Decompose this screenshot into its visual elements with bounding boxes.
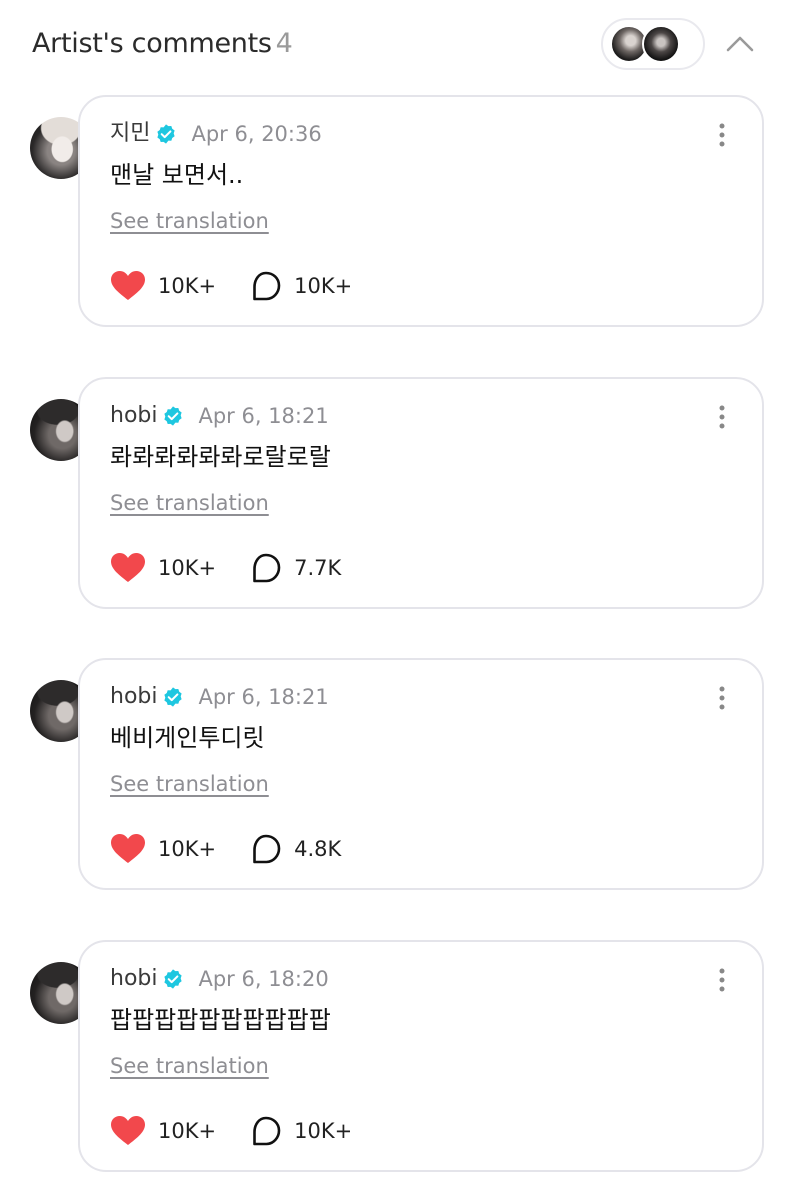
more-options-button[interactable] [710,966,734,994]
verified-badge-icon [164,406,183,426]
comment-meta: hobi Apr 6, 18:20 [110,964,329,994]
verified-badge-icon [164,969,183,989]
comment-card: hobi Apr 6, 18:21 롸롸롸롸롸롸로랄로랄 See transla… [78,377,764,609]
like-count: 10K+ [158,274,217,298]
like-count: 10K+ [158,1119,217,1143]
comment-meta: 지민 Apr 6, 20:36 [110,119,322,149]
comment-card: hobi Apr 6, 18:20 팝팝팝팝팝팝팝팝팝팝 See transla… [78,940,764,1172]
reply-button[interactable]: 7.7K [250,552,341,584]
comment-count: 4 [275,28,293,59]
more-vertical-icon [719,123,725,147]
comment-card: 지민 Apr 6, 20:36 맨날 보면서.. See translation… [78,95,764,327]
comment-date: Apr 6, 18:20 [198,967,329,991]
comment-bubble-icon [253,834,281,864]
author-name[interactable]: 지민 [110,120,150,148]
see-translation-link[interactable]: See translation [110,770,269,798]
chevron-up-icon [726,36,754,52]
reply-button[interactable]: 4.8K [250,833,341,865]
verified-badge-icon [164,687,183,707]
comment-text: 팝팝팝팝팝팝팝팝팝팝 [110,1006,331,1034]
comment-actions: 10K+ 4.8K [110,832,341,866]
heart-icon [111,553,145,582]
heart-icon [111,271,145,300]
comment-date: Apr 6, 18:21 [198,404,329,428]
see-translation-link[interactable]: See translation [110,489,269,517]
more-vertical-icon [719,405,725,429]
like-count: 10K+ [158,837,217,861]
comment-actions: 10K+ 10K+ [110,269,352,303]
comment-text: 맨날 보면서.. [110,161,244,189]
comment-text: 롸롸롸롸롸롸로랄로랄 [110,443,331,471]
like-button[interactable]: 10K+ [110,270,216,302]
more-vertical-icon [719,968,725,992]
collapse-button[interactable] [720,24,760,64]
reply-count: 4.8K [294,837,342,861]
comment-date: Apr 6, 18:21 [198,685,329,709]
heart-icon [111,1116,145,1145]
reply-count: 7.7K [294,556,342,580]
like-button[interactable]: 10K+ [110,552,216,584]
comment-meta: hobi Apr 6, 18:21 [110,682,329,712]
like-count: 10K+ [158,556,217,580]
reply-count: 10K+ [294,274,353,298]
author-name[interactable]: hobi [110,683,157,711]
see-translation-link[interactable]: See translation [110,1052,269,1080]
more-vertical-icon [719,686,725,710]
comment-text: 베비게인투디릿 [110,724,265,752]
section-title: Artist's comments 4 [32,26,293,62]
more-options-button[interactable] [710,121,734,149]
reply-button[interactable]: 10K+ [250,1115,352,1147]
see-translation-link[interactable]: See translation [110,207,269,235]
artist-comments-header: Artist's comments 4 [0,0,796,90]
heart-icon [111,834,145,863]
comment-meta: hobi Apr 6, 18:21 [110,401,329,431]
comment-bubble-icon [253,1116,281,1146]
reply-count: 10K+ [294,1119,353,1143]
artist-avatar-thumb [642,25,680,63]
verified-badge-icon [157,124,176,144]
reply-button[interactable]: 10K+ [250,270,352,302]
comment-date: Apr 6, 20:36 [191,122,322,146]
author-name[interactable]: hobi [110,965,157,993]
section-title-label: Artist's comments [32,28,272,59]
more-options-button[interactable] [710,684,734,712]
artist-avatar-stack[interactable] [601,18,705,70]
like-button[interactable]: 10K+ [110,1115,216,1147]
comment-actions: 10K+ 7.7K [110,551,341,585]
comment-bubble-icon [253,271,281,301]
comment-actions: 10K+ 10K+ [110,1114,352,1148]
more-options-button[interactable] [710,403,734,431]
like-button[interactable]: 10K+ [110,833,216,865]
comment-card: hobi Apr 6, 18:21 베비게인투디릿 See translatio… [78,658,764,890]
comment-bubble-icon [253,553,281,583]
author-name[interactable]: hobi [110,402,157,430]
